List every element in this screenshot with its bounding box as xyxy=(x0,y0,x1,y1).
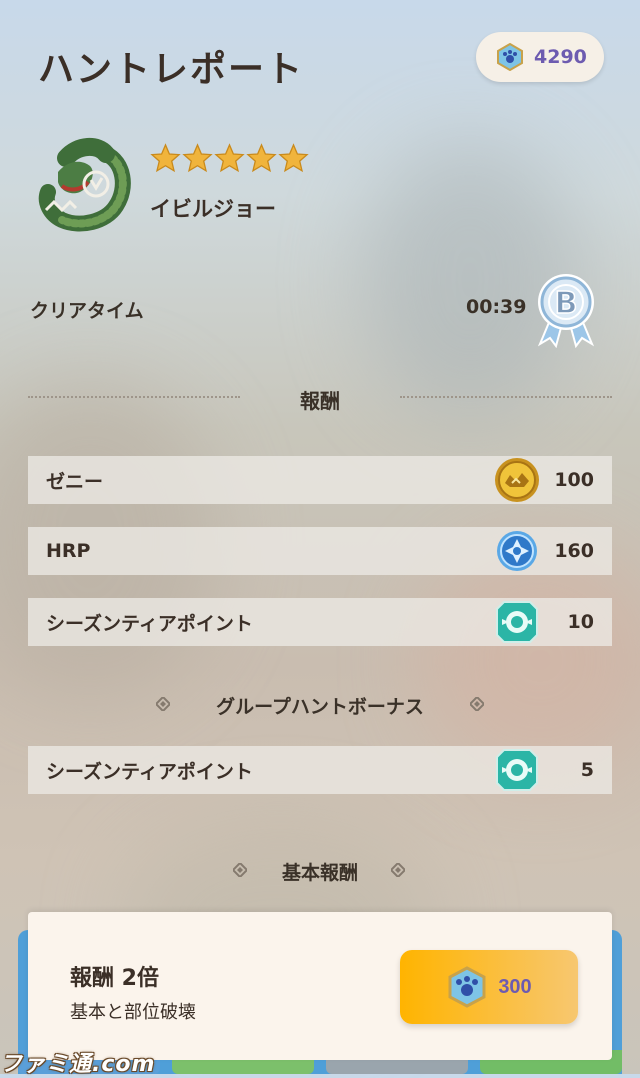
bonus-row-season-tier: シーズンティアポイント 5 xyxy=(28,746,612,794)
paw-gem-icon xyxy=(496,43,524,71)
reward-label: ゼニー xyxy=(46,470,104,493)
star-icon xyxy=(246,143,277,173)
double-reward-card: 報酬 2倍 基本と部位破壊 300 xyxy=(28,912,612,1060)
season-tier-icon xyxy=(496,601,538,643)
paw-gem-icon xyxy=(448,966,486,1008)
rewards-title: 報酬 xyxy=(300,389,340,413)
hrp-orb-icon xyxy=(497,531,537,571)
reward-amount: 10 xyxy=(567,611,594,633)
double-reward-button[interactable]: 300 xyxy=(400,950,578,1024)
star-icon xyxy=(278,143,309,173)
zenny-coin-icon xyxy=(495,458,539,502)
rank-letter: B xyxy=(555,286,578,321)
star-rating xyxy=(150,143,309,174)
reward-label: シーズンティアポイント xyxy=(46,612,253,635)
double-reward-title: 報酬 2倍 xyxy=(70,966,159,991)
currency-value: 4290 xyxy=(534,46,587,68)
diamond-icon xyxy=(391,863,405,877)
rank-badge: B xyxy=(526,272,606,349)
clear-time-label: クリアタイム xyxy=(30,300,144,322)
reward-row-hrp: HRP 160 xyxy=(28,527,612,575)
reward-amount: 100 xyxy=(554,469,594,491)
page-title: ハントレポート xyxy=(38,49,305,90)
diamond-icon xyxy=(470,697,484,711)
star-icon xyxy=(214,143,245,173)
currency-balance[interactable]: 4290 xyxy=(476,32,604,82)
star-icon xyxy=(150,143,181,173)
reward-row-zenny: ゼニー 100 xyxy=(28,456,612,504)
star-icon xyxy=(182,143,213,173)
season-tier-icon xyxy=(496,749,538,791)
reward-row-season-tier: シーズンティアポイント 10 xyxy=(28,598,612,646)
group-bonus-title: グループハントボーナス xyxy=(216,696,424,718)
clear-time-value: 00:39 xyxy=(466,296,527,318)
watermark-logo: ファミ通.com xyxy=(0,1052,156,1077)
price-value: 300 xyxy=(498,975,532,998)
reward-label: HRP xyxy=(46,540,91,562)
reward-amount: 160 xyxy=(554,540,594,562)
bonus-amount: 5 xyxy=(580,759,594,781)
monster-name: イビルジョー xyxy=(150,197,276,221)
bonus-label: シーズンティアポイント xyxy=(46,760,253,783)
basic-reward-title: 基本報酬 xyxy=(281,862,358,884)
double-reward-subtitle: 基本と部位破壊 xyxy=(70,1002,196,1023)
deviljho-icon xyxy=(36,136,134,234)
